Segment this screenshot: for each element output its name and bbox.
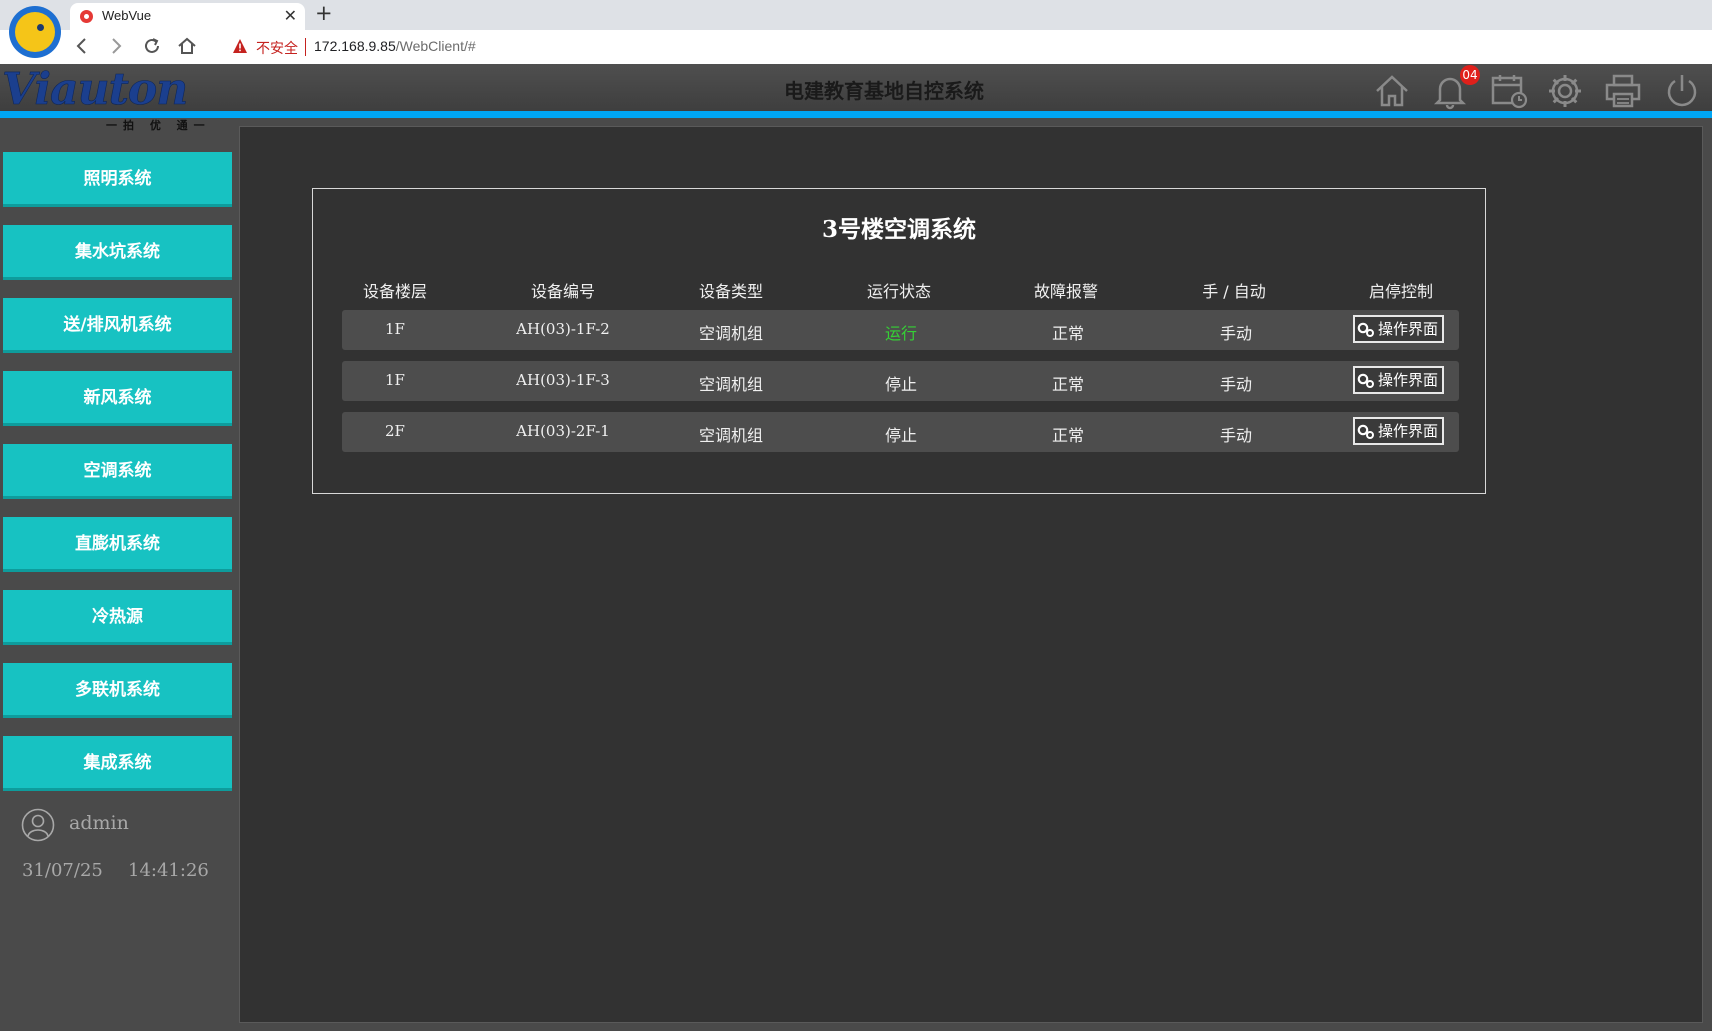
sidebar-item-dx-unit[interactable]: 直膨机系统 [3,517,232,572]
table-row: 1F AH(03)-1F-2 空调机组 运行 正常 手动 操作界面 [342,310,1459,350]
sidebar-item-vrf[interactable]: 多联机系统 [3,663,232,718]
cell-device-id: AH(03)-1F-2 [516,320,610,338]
home-icon[interactable] [1373,72,1411,110]
sidebar-item-heat-cold-source[interactable]: 冷热源 [3,590,232,645]
reload-icon[interactable] [140,35,164,59]
address-bar[interactable]: 172.168.9.85/WebClient/# [314,38,476,54]
cell-fault-alarm: 正常 [1051,426,1084,445]
operation-interface-label: 操作界面 [1377,422,1438,440]
settings-link-icon [1357,373,1374,388]
cell-device-type: 空调机组 [698,426,763,445]
cell-floor: 1F [385,371,405,389]
operation-interface-button[interactable]: 操作界面 [1353,315,1444,343]
col-header-device-id: 设备编号 [530,282,595,301]
browser-logo-icon[interactable] [9,6,61,58]
logo-subtext: 一拍 优 通一 [106,119,211,132]
user-avatar-icon[interactable] [21,808,55,842]
cell-device-type: 空调机组 [698,324,763,343]
operation-interface-button[interactable]: 操作界面 [1353,417,1444,445]
main-content: 3号楼空调系统 设备楼层 设备编号 设备类型 运行状态 故障报警 手 / 自动 … [239,126,1703,1023]
header-stripe [0,111,1712,118]
notification-badge: 04 [1460,65,1480,85]
cell-mode: 手动 [1219,324,1252,343]
col-header-floor: 设备楼层 [362,282,427,301]
printer-icon[interactable] [1604,72,1642,110]
tab-title: WebVue [102,8,152,23]
cell-fault-alarm: 正常 [1051,375,1084,394]
col-header-device-type: 设备类型 [698,282,763,301]
current-time: 14:41:26 [128,860,209,881]
sidebar-item-fresh-air[interactable]: 新风系统 [3,371,232,426]
new-tab-button[interactable]: + [315,1,333,25]
cell-run-status: 停止 [884,375,917,394]
url-path: /WebClient/# [395,38,476,54]
cell-device-id: AH(03)-1F-3 [516,371,610,389]
sidebar-item-integration[interactable]: 集成系统 [3,736,232,791]
col-header-start-stop: 启停控制 [1368,282,1433,301]
tab-favicon-icon [80,10,93,23]
col-header-run-status: 运行状态 [866,282,931,301]
warning-icon [233,39,247,53]
sidebar-item-sump-pit[interactable]: 集水坑系统 [3,225,232,280]
cell-run-status: 运行 [884,324,917,343]
panel-title: 3号楼空调系统 [821,216,976,243]
logo-wordmark: Viauton [2,64,189,116]
cell-floor: 2F [385,422,405,440]
security-label[interactable]: 不安全 [256,38,298,58]
cell-mode: 手动 [1219,375,1252,394]
sidebar: 照明系统 集水坑系统 送/排风机系统 新风系统 空调系统 直膨机系统 冷热源 多… [0,118,236,1031]
browser-toolbar: 不安全 172.168.9.85/WebClient/# [0,30,1712,64]
close-tab-icon[interactable]: ✕ [284,6,297,25]
col-header-manual-auto: 手 / 自动 [1202,282,1266,301]
settings-link-icon [1357,322,1374,337]
table-row: 1F AH(03)-1F-3 空调机组 停止 正常 手动 操作界面 [342,361,1459,401]
settings-link-icon [1357,424,1374,439]
back-icon[interactable] [70,35,94,59]
gear-icon[interactable] [1546,72,1584,110]
forward-icon[interactable] [104,35,128,59]
cell-device-type: 空调机组 [698,375,763,394]
sidebar-item-air-conditioning[interactable]: 空调系统 [3,444,232,499]
cell-device-id: AH(03)-2F-1 [516,422,610,440]
current-date: 31/07/25 [22,860,103,881]
ac-system-panel: 3号楼空调系统 设备楼层 设备编号 设备类型 运行状态 故障报警 手 / 自动 … [312,188,1486,494]
power-icon[interactable] [1663,72,1701,110]
home-nav-icon[interactable] [175,35,199,59]
operation-interface-button[interactable]: 操作界面 [1353,366,1444,394]
calendar-clock-icon[interactable] [1490,72,1528,110]
cell-run-status: 停止 [884,426,917,445]
operation-interface-label: 操作界面 [1377,320,1438,338]
url-host: 172.168.9.85 [314,38,396,54]
user-name: admin [69,812,129,834]
viauton-logo: Viauton 一拍 优 通一 [0,60,215,136]
col-header-fault-alarm: 故障报警 [1033,282,1098,301]
cell-fault-alarm: 正常 [1051,324,1084,343]
cell-floor: 1F [385,320,405,338]
browser-tab[interactable]: WebVue ✕ [70,3,305,30]
operation-interface-label: 操作界面 [1377,371,1438,389]
cell-mode: 手动 [1219,426,1252,445]
table-row: 2F AH(03)-2F-1 空调机组 停止 正常 手动 操作界面 [342,412,1459,452]
url-separator [305,38,306,56]
sidebar-item-lighting[interactable]: 照明系统 [3,152,232,207]
sidebar-item-supply-exhaust-fan[interactable]: 送/排风机系统 [3,298,232,353]
